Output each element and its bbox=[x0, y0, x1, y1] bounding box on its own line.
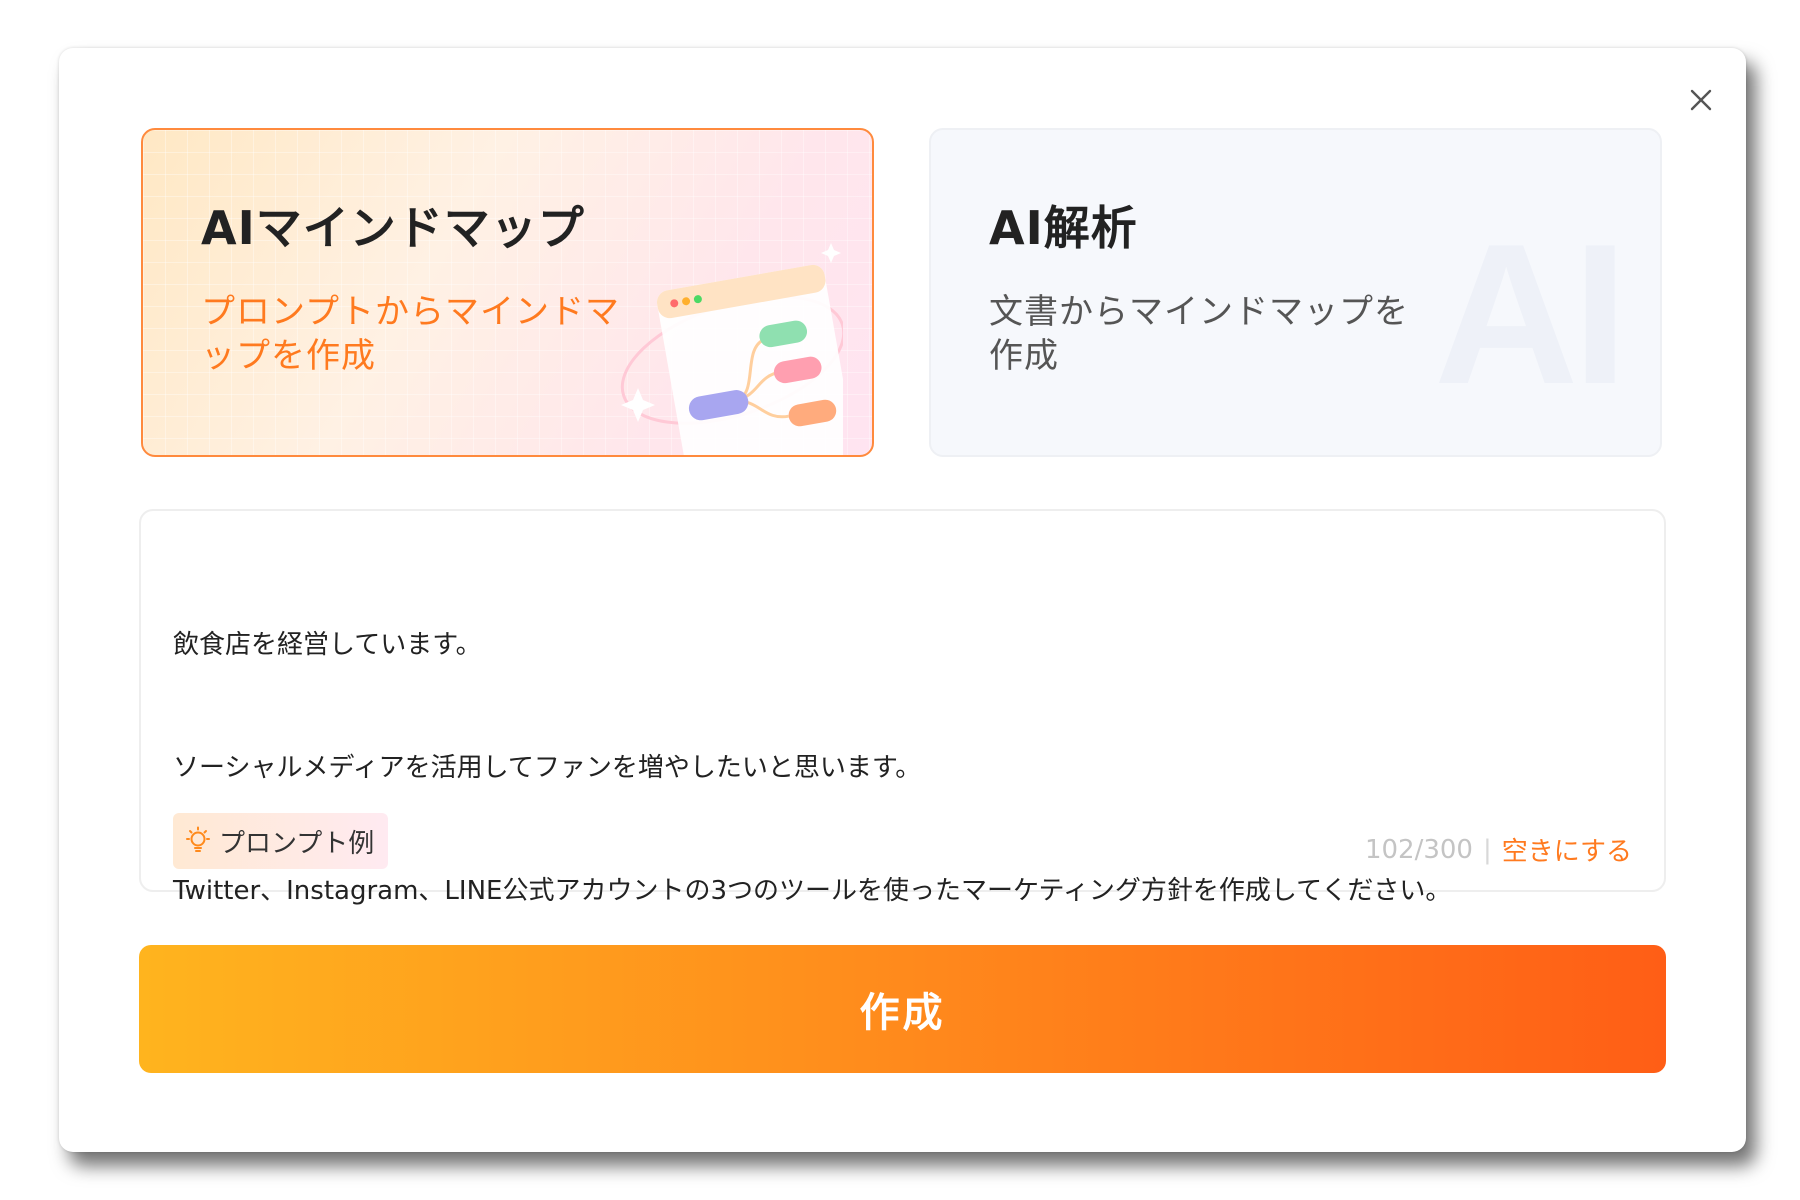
prompt-examples-button[interactable]: プロンプト例 bbox=[173, 813, 389, 869]
prompt-line: ソーシャルメディアを活用してファンを増やしたいと思います。 bbox=[173, 753, 922, 783]
create-button[interactable]: 作成 bbox=[139, 945, 1666, 1073]
card-title: AIマインドマップ bbox=[201, 201, 585, 255]
close-icon bbox=[1690, 89, 1712, 111]
mode-card-ai-analysis[interactable]: AI AI解析 文書からマインドマップを作成 bbox=[929, 128, 1662, 457]
prompt-examples-label: プロンプト例 bbox=[219, 828, 375, 859]
stage: AIマインドマップ プロンプトからマインドマップを作成 AI AI解析 文書から… bbox=[0, 0, 1800, 1200]
card-description: プロンプトからマインドマップを作成 bbox=[201, 292, 620, 376]
divider: | bbox=[1482, 834, 1492, 865]
counter-area: 102/300 | 空きにする bbox=[1365, 831, 1632, 868]
create-mindmap-dialog: AIマインドマップ プロンプトからマインドマップを作成 AI AI解析 文書から… bbox=[59, 48, 1746, 1152]
close-button[interactable] bbox=[1679, 78, 1723, 122]
mindmap-illustration bbox=[620, 243, 843, 455]
clear-button[interactable]: 空きにする bbox=[1502, 831, 1632, 868]
prompt-line: Twitter、Instagram、LINE公式アカウントの3つのツールを使った… bbox=[173, 876, 1452, 906]
prompt-line: 飲食店を経営しています。 bbox=[173, 630, 482, 660]
prompt-textarea[interactable]: 飲食店を経営しています。 ソーシャルメディアを活用してファンを増やしたいと思いま… bbox=[173, 543, 1613, 906]
card-description: 文書からマインドマップを作成 bbox=[989, 292, 1409, 376]
character-counter: 102/300 bbox=[1364, 834, 1473, 865]
lightbulb-icon bbox=[186, 826, 210, 852]
ai-watermark: AI bbox=[1434, 203, 1628, 426]
create-button-label: 作成 bbox=[859, 990, 946, 1036]
mode-card-ai-mindmap[interactable]: AIマインドマップ プロンプトからマインドマップを作成 bbox=[141, 128, 874, 457]
prompt-input-box: 飲食店を経営しています。 ソーシャルメディアを活用してファンを増やしたいと思いま… bbox=[139, 509, 1666, 906]
card-title: AI解析 bbox=[989, 201, 1138, 255]
